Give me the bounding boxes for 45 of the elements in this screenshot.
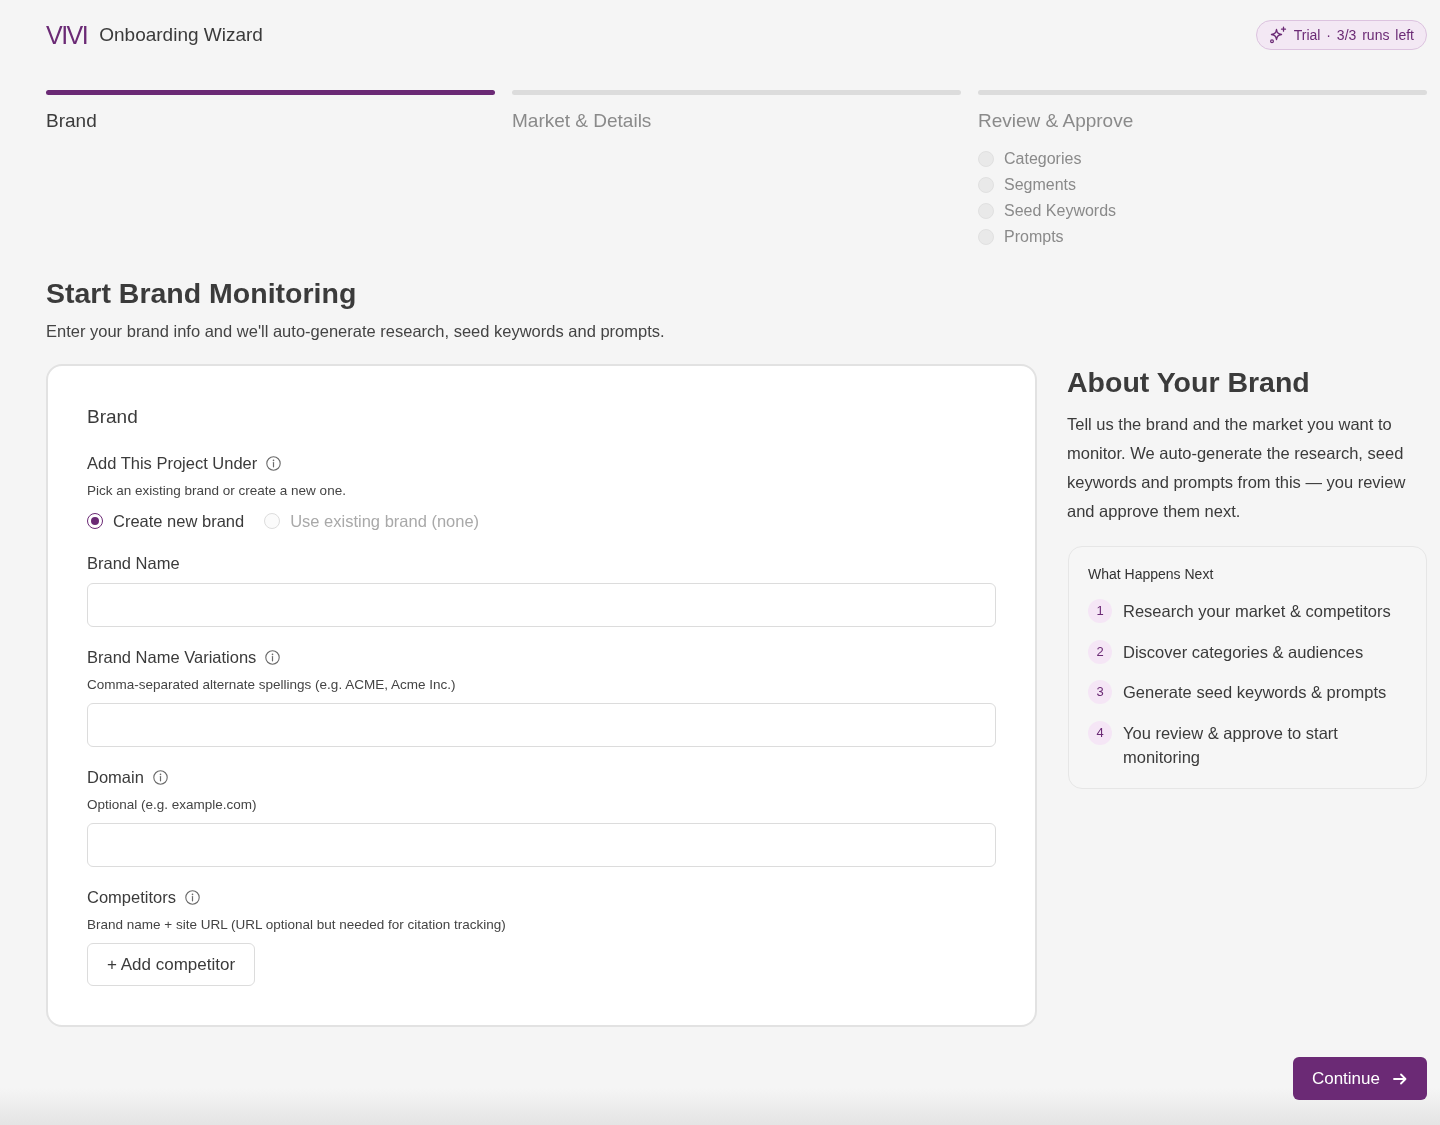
step-number: 3 <box>1088 680 1112 704</box>
panel-description: Tell us the brand and the market you want to monitor. We auto-generate the research, seed keywords and prompts from this — you review and approve them next. <box>1067 414 1407 522</box>
panel-title: About Your Brand <box>1067 365 1311 400</box>
step-label: Brand <box>46 109 98 133</box>
step-label: Market & Details <box>512 109 653 133</box>
step-number: 1 <box>1088 599 1112 623</box>
help-text: Brand name + site URL (URL optional but needed for citation tracking) <box>87 916 507 934</box>
info-icon[interactable] <box>152 769 168 785</box>
text-input[interactable] <box>87 823 996 867</box>
section-title: Brand <box>87 405 139 429</box>
next-step-text: Generate seed keywords & prompts <box>1123 682 1387 703</box>
continue-button[interactable]: Continue <box>1292 1057 1427 1100</box>
page-subtitle: Enter your brand info and we'll auto-generate research, seed keywords and prompts. <box>46 321 666 342</box>
page-title: Start Brand Monitoring <box>46 276 358 311</box>
substep-label: Segments <box>1004 175 1077 195</box>
next-step-text: Research your market & competitors <box>1123 601 1391 622</box>
text-input[interactable] <box>87 583 996 627</box>
next-step-text: Discover categories & audiences <box>1123 641 1364 663</box>
field-label: Brand Name Variations <box>87 647 257 668</box>
info-icon[interactable] <box>265 649 281 665</box>
help-text: Comma-separated alternate spellings (e.g. ACME, Acme Inc.) <box>87 676 457 694</box>
field-label: Add This Project Under <box>87 453 258 474</box>
app-title: Onboarding Wizard <box>99 23 263 47</box>
substep-label: Categories <box>1004 149 1082 169</box>
field-label: Brand Name <box>87 553 180 574</box>
info-icon[interactable] <box>266 455 282 471</box>
substep-label: Seed Keywords <box>1004 201 1117 221</box>
trial-runs-text: Trial · 3/3 runs left <box>1293 26 1414 44</box>
radio-label[interactable]: Create new brand <box>113 510 245 532</box>
step-label: Review & Approve <box>978 109 1135 133</box>
field-label: Competitors <box>87 887 176 908</box>
substep-label: Prompts <box>1004 227 1064 247</box>
logo: VIVI <box>46 20 88 50</box>
info-icon[interactable] <box>184 889 200 905</box>
step-number: 4 <box>1088 720 1112 745</box>
sparkle-icon <box>1268 26 1287 44</box>
field-label: Domain <box>87 767 144 788</box>
add-competitor-button[interactable]: + Add competitor <box>87 943 256 986</box>
help-text: Optional (e.g. example.com) <box>87 796 258 814</box>
help-text: Pick an existing brand or create a new one. <box>87 482 347 500</box>
radio-button[interactable] <box>87 513 103 529</box>
text-input[interactable] <box>87 703 996 747</box>
next-steps-title: What Happens Next <box>1088 565 1215 583</box>
step-number: 2 <box>1088 639 1112 664</box>
next-step-text: You review & approve to start monitoring <box>1123 722 1339 768</box>
